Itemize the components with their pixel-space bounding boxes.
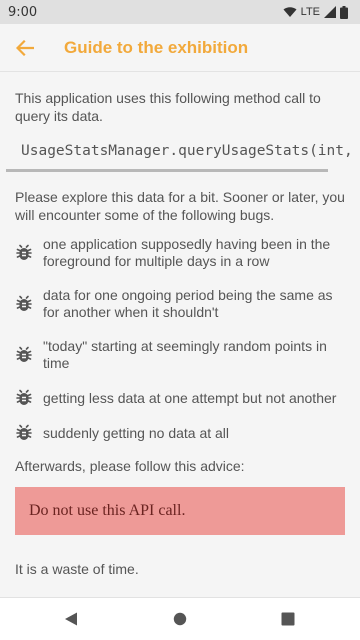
bug-text: one application supposedly having been i… [43,236,331,269]
code-scroll[interactable]: UsageStatsManager.queryUsageStats(int, [6,141,360,161]
bug-icon [15,389,43,407]
triangle-back-icon [65,612,77,626]
bug-text: getting less data at one attempt but not… [43,389,337,406]
signal-icon [324,6,336,18]
bug-text: "today" starting at seemingly random poi… [43,338,327,371]
status-icons: LTE [283,5,348,19]
nav-back-button[interactable] [61,609,81,629]
bug-text: suddenly getting no data at all [43,424,230,441]
conclusion-text: It is a waste of time. [15,561,139,577]
bug-icon [15,244,43,262]
list-item: suddenly getting no data at all [15,424,345,442]
nav-home-button[interactable] [170,609,190,629]
bug-text: data for one ongoing period being the sa… [43,287,333,320]
arrow-left-icon [16,39,34,56]
advice-intro-text: Afterwards, please follow this advice: [15,458,245,474]
warning-box: Do not use this API call. [15,487,345,535]
intro-text: This application uses this following met… [15,90,321,124]
battery-icon [340,5,348,19]
page-title: Guide to the exhibition [64,37,249,57]
circle-home-icon [173,612,187,626]
status-time: 9:00 [8,4,38,20]
back-button[interactable] [0,24,50,72]
wifi-icon [283,7,297,17]
list-item: one application supposedly having been i… [15,236,345,270]
bug-icon [15,424,43,442]
guide-content[interactable]: This application uses this following met… [0,73,360,597]
navigation-bar [0,597,360,640]
square-recents-icon [281,612,295,626]
list-item: getting less data at one attempt but not… [15,389,345,407]
nav-recents-button[interactable] [278,609,298,629]
explore-text: Please explore this data for a bit. Soon… [15,189,345,223]
bug-list: one application supposedly having been i… [15,236,345,442]
horizontal-scrollbar[interactable] [6,169,328,172]
bug-icon [15,295,43,313]
code-snippet: UsageStatsManager.queryUsageStats(int, [21,143,353,159]
list-item: data for one ongoing period being the sa… [15,287,345,321]
list-item: "today" starting at seemingly random poi… [15,338,345,372]
network-label: LTE [300,6,320,18]
bug-icon [15,346,43,364]
app-bar: Guide to the exhibition [0,24,360,72]
status-bar: 9:00 LTE [0,0,360,24]
warning-text: Do not use this API call. [29,502,186,519]
